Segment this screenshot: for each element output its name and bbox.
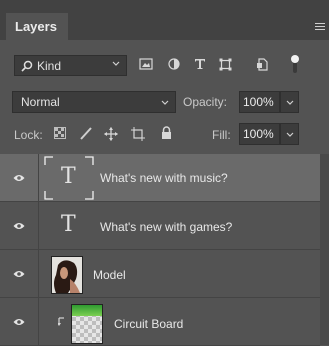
lock-position-icon[interactable] bbox=[104, 127, 118, 141]
layer-name: What's new with games? bbox=[100, 220, 233, 234]
visibility-toggle[interactable] bbox=[0, 250, 38, 297]
divider bbox=[38, 298, 39, 345]
type-layer-icon: T bbox=[61, 164, 76, 189]
visibility-toggle[interactable] bbox=[0, 154, 38, 201]
layers-list: T What's new with music? T What's new wi… bbox=[0, 154, 329, 346]
layer-row[interactable]: Model bbox=[0, 250, 320, 298]
clipping-mask-icon bbox=[58, 317, 64, 326]
scrollbar-track[interactable] bbox=[320, 154, 329, 345]
filter-kind-label: Kind bbox=[37, 59, 62, 73]
fill-dropdown[interactable] bbox=[280, 123, 299, 145]
opacity-dropdown[interactable] bbox=[280, 91, 299, 113]
visibility-toggle[interactable] bbox=[0, 298, 38, 345]
eye-icon bbox=[13, 174, 25, 181]
eye-icon bbox=[13, 318, 25, 325]
blend-mode-value: Normal bbox=[21, 95, 60, 109]
fill-label: Fill: bbox=[212, 128, 231, 142]
lock-image-pixels-icon[interactable] bbox=[79, 126, 93, 141]
layer-row[interactable]: Circuit Board bbox=[0, 298, 320, 346]
blend-row: Normal Opacity: 100% bbox=[0, 91, 329, 115]
search-icon bbox=[21, 60, 33, 72]
blend-mode-select[interactable]: Normal bbox=[12, 91, 176, 113]
panel-tab-bar: Layers bbox=[0, 0, 329, 40]
adjustment-filter-icon[interactable] bbox=[168, 58, 180, 70]
layer-thumbnail bbox=[51, 256, 83, 294]
lock-all-icon[interactable] bbox=[161, 126, 172, 140]
chevron-down-icon bbox=[286, 100, 294, 105]
panel-menu-icon[interactable] bbox=[315, 23, 325, 31]
type-filter-icon[interactable] bbox=[194, 58, 206, 70]
shape-filter-icon[interactable] bbox=[219, 58, 232, 71]
chevron-down-icon bbox=[286, 132, 294, 137]
filter-kind-select[interactable]: Kind bbox=[14, 55, 127, 76]
lock-label: Lock: bbox=[14, 128, 43, 142]
layer-name: What's new with music? bbox=[100, 171, 228, 185]
layer-thumbnail bbox=[71, 304, 103, 344]
layer-row[interactable]: T What's new with games? bbox=[0, 202, 320, 250]
chevron-down-icon bbox=[161, 100, 169, 105]
opacity-input[interactable]: 100% bbox=[239, 91, 280, 113]
lock-transparent-pixels-icon[interactable] bbox=[54, 127, 66, 139]
smart-object-filter-icon[interactable] bbox=[256, 58, 268, 71]
type-layer-icon: T bbox=[61, 212, 76, 237]
layers-tab[interactable]: Layers bbox=[6, 13, 68, 40]
visibility-toggle[interactable] bbox=[0, 202, 38, 249]
eye-icon bbox=[13, 222, 25, 229]
divider bbox=[38, 202, 39, 249]
fill-input[interactable]: 100% bbox=[239, 123, 280, 145]
filter-toggle-icon[interactable] bbox=[290, 54, 300, 74]
layer-name: Model bbox=[93, 268, 126, 282]
layer-name: Circuit Board bbox=[114, 317, 184, 331]
opacity-label: Opacity: bbox=[183, 95, 228, 109]
lock-artboard-icon[interactable] bbox=[131, 127, 145, 141]
chevron-down-icon bbox=[112, 61, 120, 66]
divider bbox=[38, 154, 39, 201]
image-filter-icon[interactable] bbox=[139, 58, 153, 70]
layer-row[interactable]: T What's new with music? bbox=[0, 154, 320, 202]
filter-row: Kind bbox=[0, 50, 329, 80]
divider bbox=[38, 250, 39, 297]
eye-icon bbox=[13, 270, 25, 277]
lock-row: Lock: Fill: 100% bbox=[0, 123, 329, 147]
